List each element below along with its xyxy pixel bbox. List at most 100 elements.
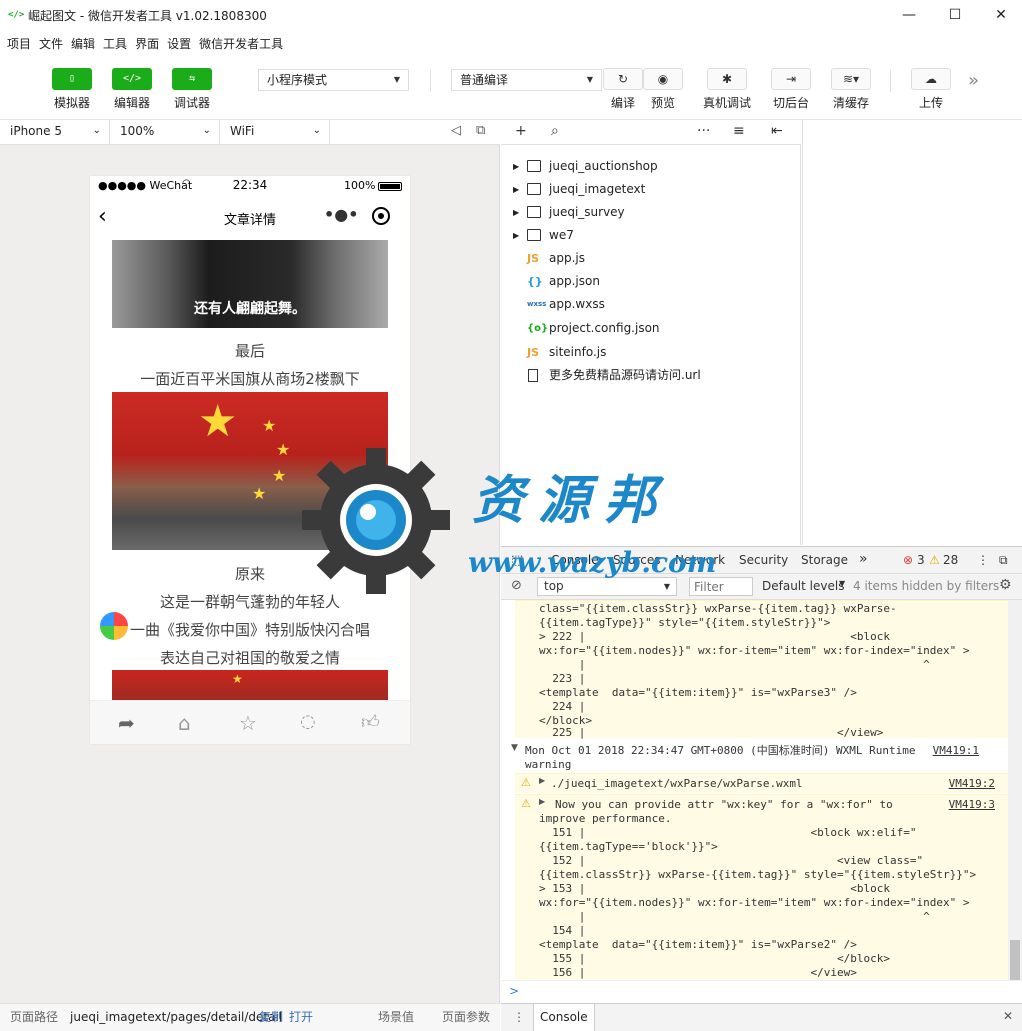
network-select[interactable]: WiFi ⌄: [220, 120, 330, 144]
editor-button[interactable]: </> 编辑器: [102, 68, 162, 111]
log-levels-select[interactable]: Default levels: [762, 579, 844, 593]
dock-icon[interactable]: ⧉: [999, 553, 1008, 568]
console-line: 151 | <block wx:elif=": [539, 826, 917, 839]
more-icon[interactable]: ···: [697, 123, 710, 139]
star-icon: ★: [252, 484, 267, 503]
tab-console[interactable]: Console: [551, 553, 599, 567]
tree-item-folder[interactable]: ▶ we7: [501, 224, 801, 247]
menu-file[interactable]: 文件: [39, 35, 63, 52]
remote-debug-button[interactable]: ✱ 真机调试: [702, 68, 752, 111]
group-header-text: warning: [525, 758, 572, 771]
minimize-button[interactable]: —: [886, 0, 932, 30]
zoom-select[interactable]: 100% ⌄: [110, 120, 220, 144]
tree-item-file[interactable]: JS app.js: [501, 247, 801, 270]
menu-project[interactable]: 项目: [7, 35, 31, 52]
tab-network[interactable]: Network: [675, 553, 725, 567]
tree-item-folder[interactable]: ▶ jueqi_survey: [501, 201, 801, 224]
scrollbar-thumb[interactable]: [1010, 940, 1020, 980]
background-button[interactable]: ⇥ 切后台: [771, 68, 811, 111]
inspect-icon[interactable]: ⬚: [511, 553, 523, 568]
source-link[interactable]: VM419:1: [933, 744, 979, 757]
speaker-icon[interactable]: ◁: [451, 123, 461, 138]
caret-right-icon[interactable]: ▶: [539, 776, 545, 785]
star-outline-icon[interactable]: ☆: [239, 711, 263, 735]
tree-item-file[interactable]: wxss app.wxss: [501, 293, 801, 316]
tree-item-file[interactable]: 更多免费精品源码请访问.url: [501, 364, 801, 387]
cloud-upload-icon: ☁: [911, 68, 951, 90]
tree-item-folder[interactable]: ▶ jueqi_imagetext: [501, 178, 801, 201]
simulator-button[interactable]: ▯ 模拟器: [42, 68, 102, 111]
context-select[interactable]: top ▼: [537, 577, 677, 596]
close-button[interactable]: ✕: [978, 0, 1022, 30]
menu-edit[interactable]: 编辑: [71, 35, 95, 52]
more-tools-icon[interactable]: »: [968, 70, 979, 91]
drawer-tab-console[interactable]: Console: [533, 1004, 595, 1031]
popout-icon[interactable]: ⧉: [476, 123, 485, 138]
phone-icon: ▯: [52, 68, 92, 90]
menu-view[interactable]: 界面: [135, 35, 159, 52]
thumbs-up-icon[interactable]: 👍︎: [361, 711, 385, 735]
console-settings-gear-icon[interactable]: ⚙: [999, 577, 1012, 593]
clear-console-icon[interactable]: ⊘: [511, 578, 522, 593]
console-prompt[interactable]: >: [501, 980, 1022, 1003]
tree-item-file[interactable]: {o} project.config.json: [501, 317, 801, 340]
console-filter-input[interactable]: [689, 577, 753, 596]
console-scrollbar[interactable]: [1008, 600, 1022, 980]
tree-item-folder[interactable]: ▶ jueqi_auctionshop: [501, 155, 801, 178]
config-file-icon: {o}: [527, 323, 549, 334]
article-text: 一曲《我爱你中国》特别版快闪合唱: [129, 621, 370, 639]
more-dots-icon[interactable]: •●•: [324, 205, 358, 224]
page-params-button[interactable]: 页面参数: [442, 1004, 490, 1031]
tree-item-file[interactable]: {} app.json: [501, 270, 801, 293]
warning-icon: ⚠: [929, 553, 940, 567]
toolbar-divider: [430, 70, 431, 92]
source-link[interactable]: VM419:3: [949, 798, 995, 811]
editor-blank-area: [802, 120, 1022, 545]
mode-select[interactable]: 小程序模式 ▼: [258, 69, 409, 91]
device-select[interactable]: iPhone 5 ⌄: [0, 120, 110, 144]
toggle-panel-icon[interactable]: ⇤: [771, 123, 783, 139]
warning-count[interactable]: 28: [943, 553, 958, 567]
source-link[interactable]: VM419:2: [949, 777, 995, 790]
clear-cache-button[interactable]: ≋▾ 清缓存: [831, 68, 871, 111]
close-circle-icon[interactable]: [372, 207, 390, 225]
console-line: {{item.tagType=='block'}}">: [539, 840, 718, 853]
caret-right-icon[interactable]: ▶: [539, 797, 545, 806]
console-line: {{item.tagType}}" style="{{item.styleStr…: [539, 616, 831, 629]
collapse-icon[interactable]: ≡: [733, 123, 745, 139]
add-icon[interactable]: +: [515, 123, 527, 139]
tab-sources[interactable]: Sources: [613, 553, 660, 567]
upload-button[interactable]: ☁ 上传: [911, 68, 951, 111]
drawer-menu-icon[interactable]: ⋮: [513, 1010, 525, 1024]
share-icon[interactable]: ➦: [118, 711, 142, 735]
refresh-icon: ↻: [603, 68, 643, 90]
compile-button[interactable]: ↻ 编译: [603, 68, 643, 111]
floating-pinwheel-icon[interactable]: [100, 612, 128, 640]
error-count[interactable]: 3: [917, 553, 925, 567]
tab-security[interactable]: Security: [739, 553, 788, 567]
tab-storage[interactable]: Storage: [801, 553, 848, 567]
menu-settings[interactable]: 设置: [167, 35, 191, 52]
close-icon[interactable]: ✕: [1003, 1009, 1013, 1023]
console-line: wx:for="{{item.nodes}}" wx:for-item="ite…: [539, 896, 970, 909]
console-line: {{item.classStr}} wxParse-{{item.tag}}" …: [539, 868, 977, 881]
console-warning-block: ⚠ ▶ Now you can provide attr "wx:key" fo…: [515, 794, 1009, 980]
copy-path-link[interactable]: 复制: [259, 1004, 283, 1031]
more-tabs-icon[interactable]: »: [859, 551, 868, 567]
preview-button[interactable]: ◉ 预览: [643, 68, 683, 111]
menu-devtools[interactable]: 微信开发者工具: [199, 35, 283, 52]
comment-icon[interactable]: ◌: [300, 711, 324, 735]
tree-item-label: app.js: [549, 251, 585, 265]
article-image-crowd: ★: [112, 670, 388, 700]
tree-item-file[interactable]: JS siteinfo.js: [501, 341, 801, 364]
kebab-menu-icon[interactable]: ⋮: [977, 553, 989, 567]
search-icon[interactable]: ⌕: [551, 123, 559, 139]
console-group-header[interactable]: ▼ Mon Oct 01 2018 22:34:47 GMT+0800 (中国标…: [501, 740, 1008, 772]
open-path-link[interactable]: 打开: [289, 1004, 313, 1031]
scene-value-button[interactable]: 场景值: [378, 1004, 414, 1031]
menu-tools[interactable]: 工具: [103, 35, 127, 52]
maximize-button[interactable]: ☐: [932, 0, 978, 30]
debugger-button[interactable]: ⇆ 调试器: [162, 68, 222, 111]
home-icon[interactable]: ⌂: [178, 711, 202, 735]
compile-select[interactable]: 普通编译 ▼: [451, 69, 602, 91]
